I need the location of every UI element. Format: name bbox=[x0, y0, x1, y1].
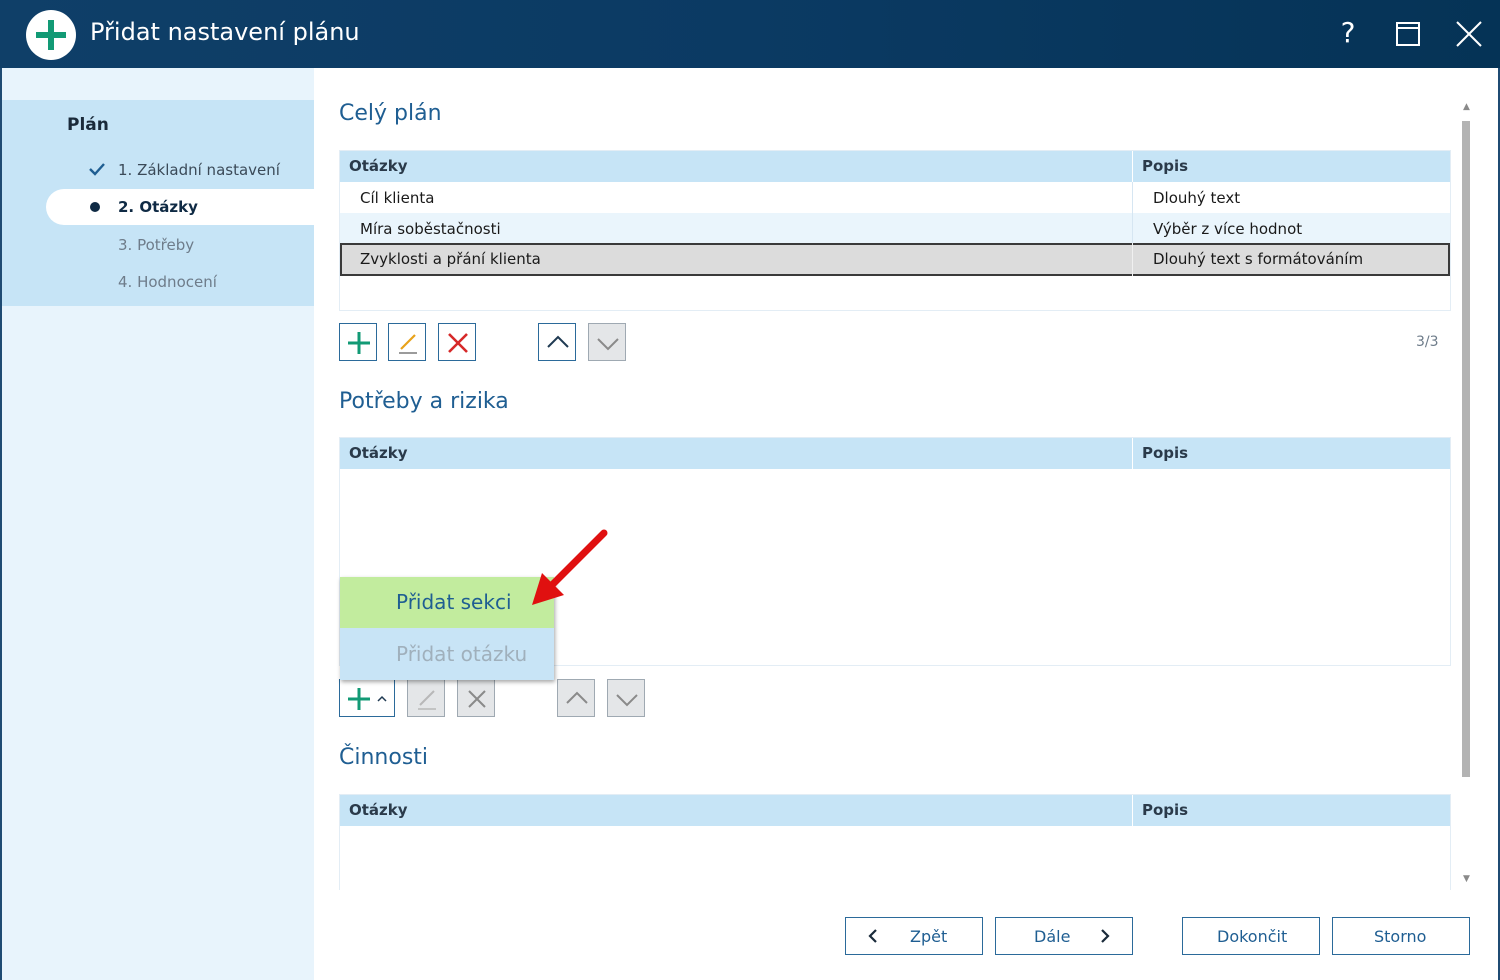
vertical-scrollbar[interactable]: ▲ ▼ bbox=[1458, 100, 1475, 890]
row-counter: 3/3 bbox=[1416, 334, 1439, 350]
add-button[interactable] bbox=[339, 323, 377, 361]
chevron-up-icon bbox=[547, 335, 569, 348]
help-button[interactable]: ? bbox=[1328, 14, 1368, 54]
scroll-thumb[interactable] bbox=[1462, 121, 1470, 777]
close-button[interactable] bbox=[1449, 14, 1489, 54]
table-row-selected[interactable]: Zvyklosti a přání klienta Dlouhý text s … bbox=[340, 243, 1450, 276]
step-label: 2. Otázky bbox=[118, 198, 198, 216]
cell-description: Dlouhý text s formátováním bbox=[1153, 250, 1364, 268]
column-header-description[interactable]: Popis bbox=[1142, 444, 1188, 462]
cell-description: Dlouhý text bbox=[1153, 189, 1241, 207]
scroll-up-icon[interactable]: ▲ bbox=[1458, 102, 1475, 116]
chevron-down-icon bbox=[597, 338, 619, 351]
checkmark-icon bbox=[89, 163, 105, 176]
column-header-description[interactable]: Popis bbox=[1142, 157, 1188, 175]
step-needs[interactable]: 3. Potřeby bbox=[2, 227, 314, 263]
next-button[interactable]: Dále bbox=[995, 917, 1133, 955]
close-icon bbox=[1456, 21, 1482, 47]
cell-question: Zvyklosti a přání klienta bbox=[360, 250, 541, 268]
step-basic-settings[interactable]: 1. Základní nastavení bbox=[2, 152, 314, 188]
step-label: 3. Potřeby bbox=[118, 236, 195, 254]
scroll-down-icon[interactable]: ▼ bbox=[1458, 874, 1475, 888]
window-title: Přidat nastavení plánu bbox=[90, 18, 360, 46]
delete-icon bbox=[468, 690, 486, 708]
chevron-right-icon bbox=[1101, 929, 1110, 943]
plus-icon bbox=[348, 688, 387, 710]
cancel-label: Storno bbox=[1374, 927, 1427, 946]
sidebar-title: Plán bbox=[67, 115, 109, 135]
step-questions[interactable]: 2. Otázky bbox=[46, 189, 314, 225]
back-button[interactable]: Zpět bbox=[845, 917, 983, 955]
step-label: 4. Hodnocení bbox=[118, 273, 217, 291]
add-dropdown-button[interactable] bbox=[339, 679, 395, 717]
chevron-up-icon bbox=[566, 691, 588, 704]
grid-header: Otázky Popis bbox=[340, 151, 1450, 182]
delete-button[interactable] bbox=[438, 323, 476, 361]
cancel-button[interactable]: Storno bbox=[1332, 917, 1470, 955]
column-header-questions[interactable]: Otázky bbox=[349, 444, 408, 462]
section-title-activities: Činnosti bbox=[339, 745, 429, 770]
annotation-arrow-icon bbox=[532, 529, 608, 605]
plus-icon bbox=[348, 332, 370, 354]
active-step-bullet-icon bbox=[90, 202, 100, 212]
table-row[interactable]: Míra soběstačnosti Výběr z více hodnot bbox=[340, 213, 1450, 244]
section-title-needs-risks: Potřeby a rizika bbox=[339, 389, 509, 414]
cell-question: Míra soběstačnosti bbox=[360, 220, 501, 238]
next-label: Dále bbox=[1034, 927, 1071, 946]
delete-icon bbox=[448, 333, 468, 353]
move-down-button[interactable] bbox=[588, 323, 626, 361]
maximize-button[interactable] bbox=[1388, 14, 1428, 54]
chevron-left-icon bbox=[868, 929, 877, 943]
finish-button[interactable]: Dokončit bbox=[1182, 917, 1320, 955]
move-up-button[interactable] bbox=[557, 679, 595, 717]
edit-button[interactable] bbox=[388, 323, 426, 361]
column-header-questions[interactable]: Otázky bbox=[349, 801, 408, 819]
questions-grid-whole-plan: Otázky Popis Cíl klienta Dlouhý text Mír… bbox=[339, 150, 1451, 311]
menu-item-add-question[interactable]: Přidat otázku bbox=[340, 629, 554, 680]
finish-label: Dokončit bbox=[1217, 927, 1288, 946]
delete-button[interactable] bbox=[457, 679, 495, 717]
step-label: 1. Základní nastavení bbox=[118, 161, 280, 179]
edit-icon bbox=[399, 334, 417, 354]
move-up-button[interactable] bbox=[538, 323, 576, 361]
back-label: Zpět bbox=[910, 927, 948, 946]
move-down-button[interactable] bbox=[607, 679, 645, 717]
table-row[interactable]: Cíl klienta Dlouhý text bbox=[340, 182, 1450, 213]
menu-item-label: Přidat sekci bbox=[396, 590, 512, 614]
column-header-questions[interactable]: Otázky bbox=[349, 157, 408, 175]
section-title-whole-plan: Celý plán bbox=[339, 101, 442, 126]
edit-button[interactable] bbox=[407, 679, 445, 717]
menu-item-label: Přidat otázku bbox=[396, 642, 528, 666]
edit-icon bbox=[418, 690, 436, 710]
plus-logo-icon bbox=[26, 10, 76, 60]
grid-header: Otázky Popis bbox=[340, 795, 1450, 826]
cell-question: Cíl klienta bbox=[360, 189, 435, 207]
cell-description: Výběr z více hodnot bbox=[1153, 220, 1303, 238]
column-header-description[interactable]: Popis bbox=[1142, 801, 1188, 819]
grid-header: Otázky Popis bbox=[340, 438, 1450, 469]
chevron-down-icon bbox=[616, 694, 638, 707]
questions-grid-activities: Otázky Popis bbox=[339, 794, 1451, 890]
maximize-icon bbox=[1396, 22, 1420, 46]
step-evaluation[interactable]: 4. Hodnocení bbox=[2, 264, 314, 300]
title-bar: Přidat nastavení plánu ? bbox=[0, 0, 1500, 68]
wizard-sidebar: Plán 1. Základní nastavení 2. Otázky 3. … bbox=[2, 68, 314, 980]
